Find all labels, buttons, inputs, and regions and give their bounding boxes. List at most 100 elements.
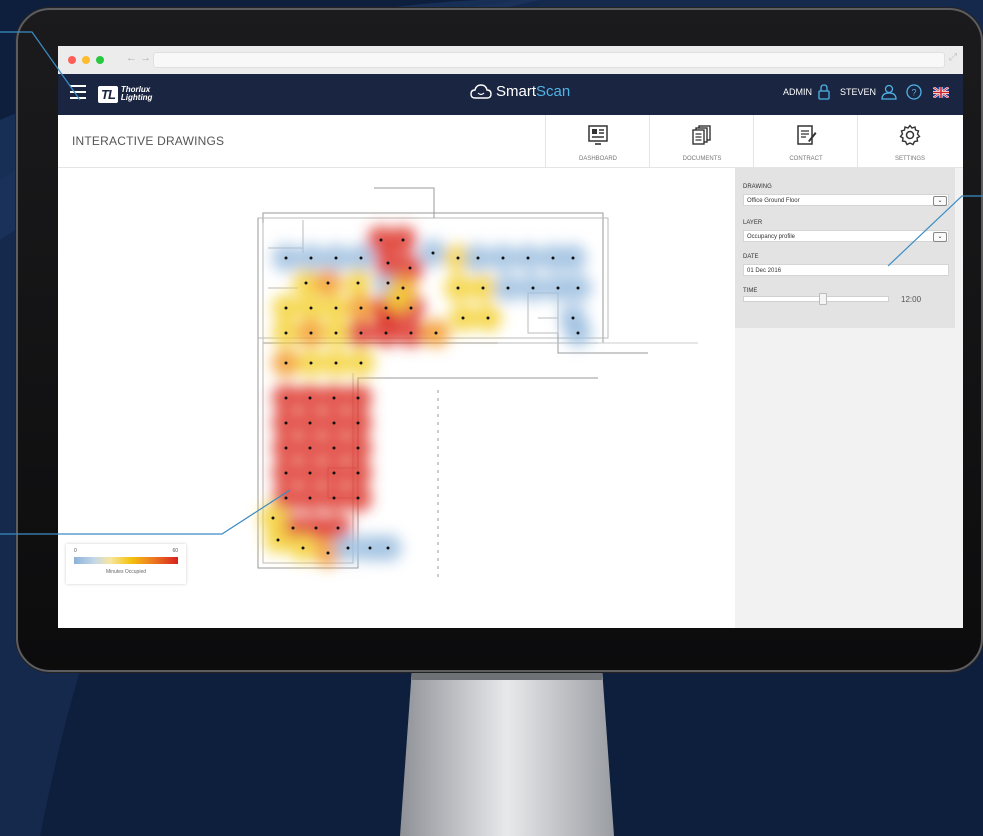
expand-icon[interactable]: ⤢ [949,52,957,63]
hamburger-menu-icon[interactable] [70,85,86,103]
sensor-dot[interactable] [461,316,465,320]
sensor-dot[interactable] [384,331,388,335]
uk-flag-icon[interactable] [932,85,950,99]
sensor-dot[interactable] [308,446,312,450]
layer-select[interactable]: Occupancy profile ⌄ [743,230,949,242]
sensor-dot[interactable] [284,361,288,365]
sensor-dot[interactable] [284,256,288,260]
sensor-dot[interactable] [481,286,485,290]
sensor-dot[interactable] [309,306,313,310]
sensor-dot[interactable] [332,396,336,400]
sensor-dot[interactable] [301,546,305,550]
sensor-dot[interactable] [334,361,338,365]
close-window-dot[interactable] [68,56,76,64]
sensor-dot[interactable] [356,471,360,475]
chevron-down-icon[interactable]: ⌄ [933,232,947,242]
sensor-dot[interactable] [456,286,460,290]
sensor-dot[interactable] [359,331,363,335]
sensor-dot[interactable] [336,526,340,530]
sensor-dot[interactable] [308,421,312,425]
sensor-dot[interactable] [431,251,435,255]
date-field[interactable]: 01 Dec 2016 [743,264,949,276]
help-icon[interactable]: ? [906,84,922,100]
sensor-dot[interactable] [309,361,313,365]
sensor-dot[interactable] [284,496,288,500]
sensor-dot[interactable] [308,496,312,500]
sensor-dot[interactable] [401,286,405,290]
sensor-dot[interactable] [384,306,388,310]
sensor-dot[interactable] [332,446,336,450]
sensor-dot[interactable] [359,361,363,365]
sensor-dot[interactable] [576,331,580,335]
sensor-dot[interactable] [308,396,312,400]
sensor-dot[interactable] [356,396,360,400]
drawing-select[interactable]: Office Ground Floor ⌄ [743,194,949,206]
sensor-dot[interactable] [356,421,360,425]
sensor-dot[interactable] [326,551,330,555]
sensor-dot[interactable] [409,331,413,335]
user-name[interactable]: STEVEN [840,87,876,97]
sensor-dot[interactable] [359,306,363,310]
sensor-dot[interactable] [356,281,360,285]
sensor-dot[interactable] [556,286,560,290]
sensor-dot[interactable] [551,256,555,260]
user-icon[interactable] [881,84,897,100]
sensor-dot[interactable] [386,546,390,550]
sensor-dot[interactable] [571,256,575,260]
nav-dashboard-button[interactable]: DASHBOARD [545,115,650,167]
sensor-dot[interactable] [401,238,405,242]
sensor-dot[interactable] [304,281,308,285]
sensor-dot[interactable] [308,471,312,475]
sensor-dot[interactable] [571,316,575,320]
maximize-window-dot[interactable] [96,56,104,64]
sensor-dot[interactable] [476,256,480,260]
sensor-dot[interactable] [434,331,438,335]
sensor-dot[interactable] [346,546,350,550]
sensor-dot[interactable] [356,496,360,500]
sensor-dot[interactable] [409,306,413,310]
sensor-dot[interactable] [332,471,336,475]
sensor-dot[interactable] [332,496,336,500]
sensor-dot[interactable] [309,256,313,260]
drawing-canvas[interactable]: 0 60 Minutes Occupied [58,168,734,628]
sensor-dot[interactable] [276,538,280,542]
sensor-dot[interactable] [531,286,535,290]
sensor-dot[interactable] [456,256,460,260]
sensor-dot[interactable] [284,446,288,450]
sensor-dot[interactable] [284,306,288,310]
sensor-dot[interactable] [314,526,318,530]
sensor-dot[interactable] [486,316,490,320]
sensor-dot[interactable] [408,266,412,270]
sensor-dot[interactable] [332,421,336,425]
sensor-dot[interactable] [386,261,390,265]
sensor-dot[interactable] [379,238,383,242]
sensor-dot[interactable] [334,331,338,335]
nav-documents-button[interactable]: DOCUMENTS [649,115,754,167]
sensor-dot[interactable] [326,281,330,285]
lock-icon[interactable] [817,84,831,100]
sensor-dot[interactable] [386,316,390,320]
sensor-dot[interactable] [501,256,505,260]
time-slider-handle[interactable] [819,293,828,305]
sensor-dot[interactable] [386,281,390,285]
time-slider-track[interactable] [743,296,889,302]
sensor-dot[interactable] [284,471,288,475]
nav-settings-button[interactable]: SETTINGS [857,115,962,167]
sensor-dot[interactable] [359,256,363,260]
sensor-dot[interactable] [506,286,510,290]
browser-nav-arrows-icon[interactable]: ← → [126,52,151,64]
sensor-dot[interactable] [576,286,580,290]
sensor-dot[interactable] [526,256,530,260]
sensor-dot[interactable] [368,546,372,550]
sensor-dot[interactable] [284,396,288,400]
sensor-dot[interactable] [309,331,313,335]
sensor-dot[interactable] [271,516,275,520]
nav-contract-button[interactable]: CONTRACT [753,115,858,167]
sensor-dot[interactable] [334,306,338,310]
sensor-dot[interactable] [356,446,360,450]
sensor-dot[interactable] [284,331,288,335]
admin-label[interactable]: ADMIN [783,87,812,97]
sensor-dot[interactable] [396,296,400,300]
minimize-window-dot[interactable] [82,56,90,64]
chevron-down-icon[interactable]: ⌄ [933,196,947,206]
